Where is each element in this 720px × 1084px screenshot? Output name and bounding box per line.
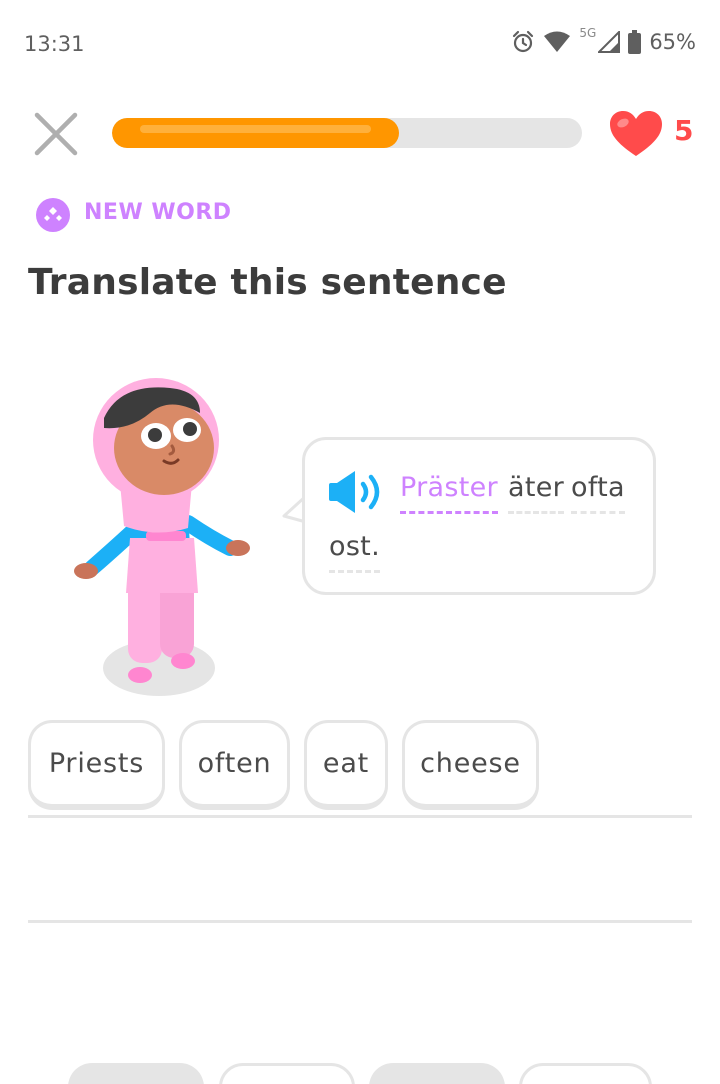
- bubble-word[interactable]: ost.: [329, 531, 380, 573]
- answer-chip[interactable]: often: [179, 720, 290, 810]
- word-bank-slot[interactable]: [219, 1063, 355, 1084]
- heart-icon: [610, 111, 662, 156]
- answer-chip[interactable]: cheese: [402, 720, 539, 810]
- battery-icon: [628, 30, 642, 54]
- bubble-word[interactable]: ofta: [571, 472, 625, 514]
- speaker-icon[interactable]: [327, 469, 385, 515]
- battery-percent: 65%: [649, 30, 696, 54]
- bubble-word-new[interactable]: Präster: [400, 472, 498, 514]
- progress-fill: [112, 118, 399, 148]
- word-bank-slot[interactable]: [519, 1063, 652, 1084]
- answer-chip[interactable]: eat: [304, 720, 388, 810]
- new-word-label: NEW WORD: [84, 200, 232, 225]
- character-illustration: [74, 378, 250, 696]
- bubble-word[interactable]: äter: [508, 472, 565, 514]
- answer-chip[interactable]: Priests: [28, 720, 165, 810]
- network-type: 5G: [579, 26, 597, 40]
- wifi-icon: [544, 31, 571, 52]
- word-bank-slot-used: [369, 1063, 505, 1084]
- progress-shine: [140, 125, 371, 133]
- status-time: 13:31: [24, 32, 85, 56]
- alarm-icon: [513, 30, 534, 53]
- status-icons: 5G 65%: [511, 26, 696, 54]
- word-bank-slot-used: [68, 1063, 204, 1084]
- cell-signal-icon: [598, 31, 621, 53]
- lesson-progress-bar: [112, 118, 582, 148]
- answer-line: [28, 815, 692, 818]
- hearts-count: 5: [674, 114, 694, 147]
- challenge-title: Translate this sentence: [28, 262, 507, 303]
- answer-line: [28, 920, 692, 923]
- new-word-icon: [36, 198, 70, 232]
- close-icon[interactable]: [30, 108, 82, 160]
